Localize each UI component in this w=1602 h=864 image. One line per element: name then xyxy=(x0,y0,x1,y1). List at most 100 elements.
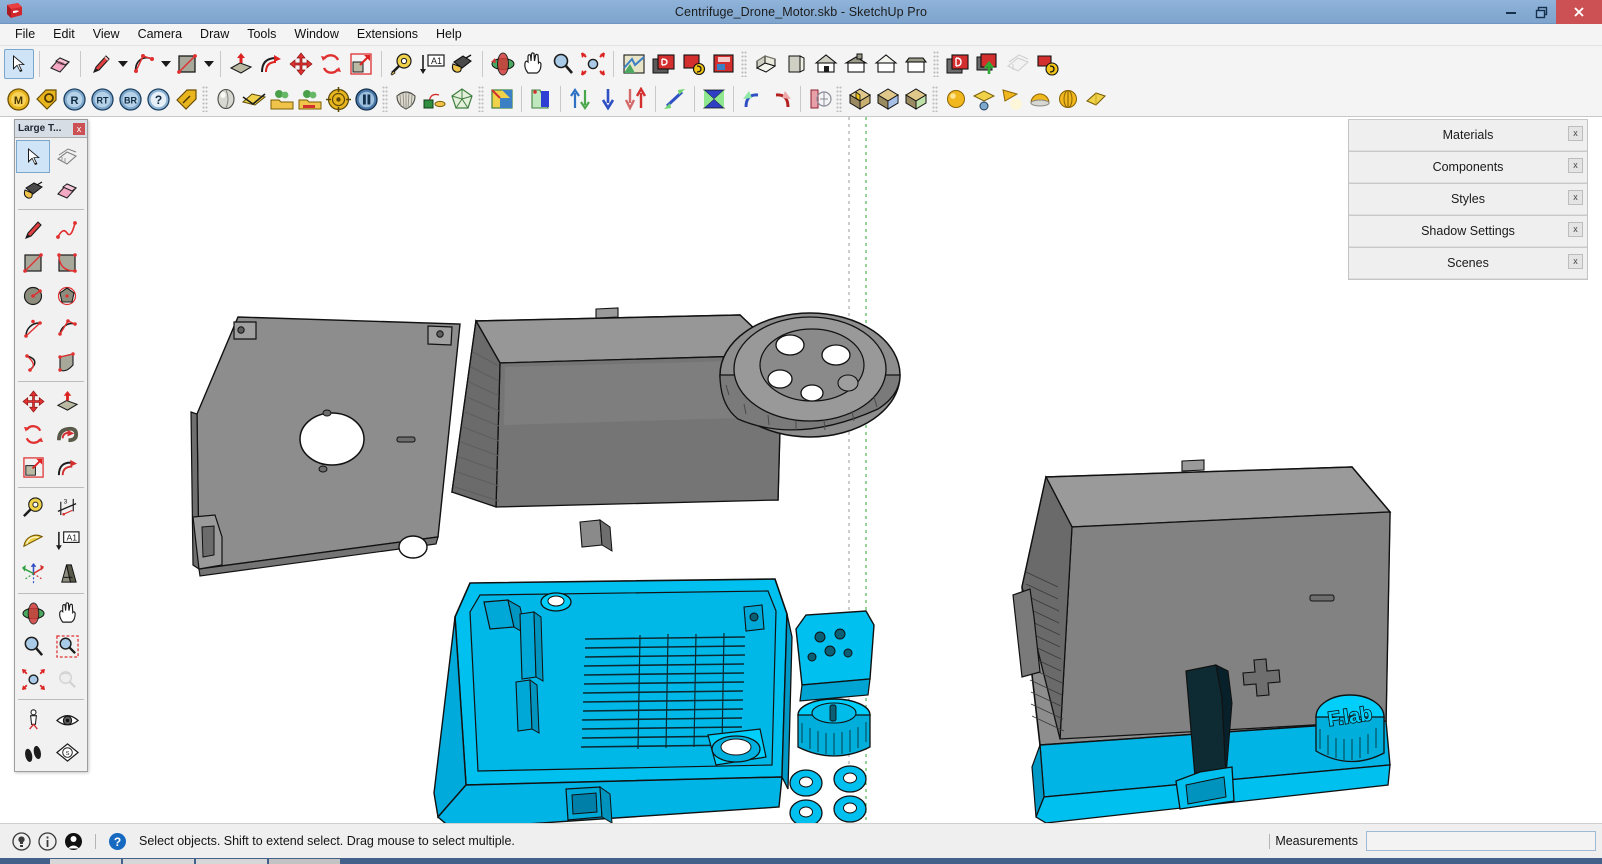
solid-subtract[interactable] xyxy=(874,85,902,113)
palette-eraser-tool[interactable] xyxy=(50,173,84,206)
palette-protractor-tool[interactable] xyxy=(16,524,50,557)
tray-panel-close-materials[interactable]: x xyxy=(1568,126,1583,141)
palette-pie-tool[interactable] xyxy=(50,312,84,345)
palette-scale-tool[interactable] xyxy=(16,451,50,484)
dome-light[interactable] xyxy=(1026,85,1054,113)
toolbar-grip[interactable] xyxy=(478,86,484,112)
palette-walk-tool[interactable] xyxy=(16,736,50,769)
bowtie-tool[interactable] xyxy=(700,85,728,113)
palette-tape-measure-tool[interactable] xyxy=(16,491,50,524)
menu-extensions[interactable]: Extensions xyxy=(348,25,427,44)
edge-diagonal-tool[interactable] xyxy=(661,85,689,113)
target-tool[interactable] xyxy=(324,85,352,113)
palette-paint-bucket-tool[interactable] xyxy=(16,173,50,206)
tray-panel-materials[interactable]: Materials x xyxy=(1349,119,1587,151)
palette-polygon-tool[interactable] xyxy=(50,279,84,312)
rotate-tool[interactable] xyxy=(316,49,346,79)
move-tool[interactable] xyxy=(286,49,316,79)
mesh-shell[interactable] xyxy=(392,85,420,113)
view-right[interactable] xyxy=(871,49,901,79)
shapes-tool-dropdown[interactable] xyxy=(202,49,215,79)
view-back[interactable] xyxy=(781,49,811,79)
palette-section-plane-tool[interactable]: S xyxy=(50,736,84,769)
text-tool[interactable]: A1 xyxy=(417,49,447,79)
material-tool[interactable]: M xyxy=(4,85,32,113)
palette-followme-tool[interactable] xyxy=(50,418,84,451)
info-icon[interactable] xyxy=(38,831,57,851)
palette-arc-tool[interactable] xyxy=(16,312,50,345)
palette-look-around-tool[interactable] xyxy=(50,703,84,736)
push-down-tool[interactable] xyxy=(594,85,622,113)
tray-panel-scenes[interactable]: Scenes x xyxy=(1349,247,1587,279)
minimize-button[interactable] xyxy=(1496,0,1526,24)
face-color-tool[interactable] xyxy=(488,85,516,113)
warehouse-upload[interactable] xyxy=(973,49,1003,79)
arc-tool[interactable] xyxy=(129,49,159,79)
polyhedron-tool[interactable] xyxy=(448,85,476,113)
restore-button[interactable] xyxy=(1526,0,1556,24)
measurements-input[interactable] xyxy=(1366,831,1596,851)
render-tool[interactable]: R xyxy=(60,85,88,113)
palette-dimension-tool[interactable]: 3 xyxy=(50,491,84,524)
batch-render-tool[interactable]: BR xyxy=(116,85,144,113)
menu-help[interactable]: Help xyxy=(427,25,471,44)
palette-pushpull-tool[interactable] xyxy=(50,385,84,418)
tag-tool[interactable] xyxy=(172,85,200,113)
flip-vertical-tool[interactable] xyxy=(566,85,594,113)
hint-bulb-icon[interactable] xyxy=(12,831,31,851)
view-top[interactable] xyxy=(841,49,871,79)
palette-move-tool[interactable] xyxy=(16,385,50,418)
tray-panel-close-components[interactable]: x xyxy=(1568,158,1583,173)
solid-union[interactable] xyxy=(846,85,874,113)
rect-light[interactable] xyxy=(1082,85,1110,113)
palette-rotated-rectangle-tool[interactable] xyxy=(50,246,84,279)
palette-close-button[interactable]: x xyxy=(73,122,85,135)
sphere-object[interactable] xyxy=(212,85,240,113)
view-front[interactable] xyxy=(811,49,841,79)
palette-3point-arc-tool[interactable] xyxy=(16,345,50,378)
account-icon[interactable] xyxy=(64,832,83,851)
eraser-tool[interactable] xyxy=(45,49,75,79)
solid-split[interactable] xyxy=(902,85,930,113)
spot-light[interactable] xyxy=(998,85,1026,113)
render-tools[interactable]: RT xyxy=(88,85,116,113)
toolbar-grip[interactable] xyxy=(382,86,388,112)
get-models-tool[interactable] xyxy=(649,49,679,79)
close-button[interactable] xyxy=(1556,0,1602,24)
menu-file[interactable]: File xyxy=(6,25,44,44)
palette-circle-tool[interactable] xyxy=(16,279,50,312)
toolbar-grip[interactable] xyxy=(741,51,747,77)
menu-window[interactable]: Window xyxy=(285,25,347,44)
add-location-tool[interactable] xyxy=(619,49,649,79)
view-left[interactable] xyxy=(901,49,931,79)
object-tag-tool[interactable] xyxy=(32,85,60,113)
face-extract-tool[interactable] xyxy=(527,85,555,113)
tape-measure-tool[interactable] xyxy=(387,49,417,79)
warehouse-browse[interactable] xyxy=(943,49,973,79)
select-tool[interactable] xyxy=(4,49,34,79)
palette-title-bar[interactable]: Large T... x xyxy=(15,120,87,138)
palette-axes-tool[interactable] xyxy=(16,557,50,590)
scale-tool[interactable] xyxy=(346,49,376,79)
menu-camera[interactable]: Camera xyxy=(129,25,191,44)
tray-panel-components[interactable]: Components x xyxy=(1349,151,1587,183)
zoom-tool[interactable] xyxy=(548,49,578,79)
toolbar-grip[interactable] xyxy=(933,51,939,77)
palette-make-component-tool[interactable] xyxy=(50,140,84,173)
palette-select-tool[interactable] xyxy=(16,140,50,173)
view-iso[interactable] xyxy=(751,49,781,79)
line-tool[interactable] xyxy=(86,49,116,79)
palette-line-tool[interactable] xyxy=(16,213,50,246)
proxy-library-save[interactable] xyxy=(296,85,324,113)
palette-3dtext-tool[interactable] xyxy=(50,557,84,590)
pendulum-tool[interactable] xyxy=(420,85,448,113)
followme-tool[interactable] xyxy=(256,49,286,79)
toolbar-grip[interactable] xyxy=(932,86,938,112)
menu-edit[interactable]: Edit xyxy=(44,25,84,44)
palette-zoom-tool[interactable] xyxy=(16,630,50,663)
palette-zoom-extents-tool[interactable] xyxy=(16,663,50,696)
paint-bucket-tool[interactable] xyxy=(447,49,477,79)
rotate-cw-tool[interactable] xyxy=(767,85,795,113)
tray-panel-close-styles[interactable]: x xyxy=(1568,190,1583,205)
menu-draw[interactable]: Draw xyxy=(191,25,238,44)
